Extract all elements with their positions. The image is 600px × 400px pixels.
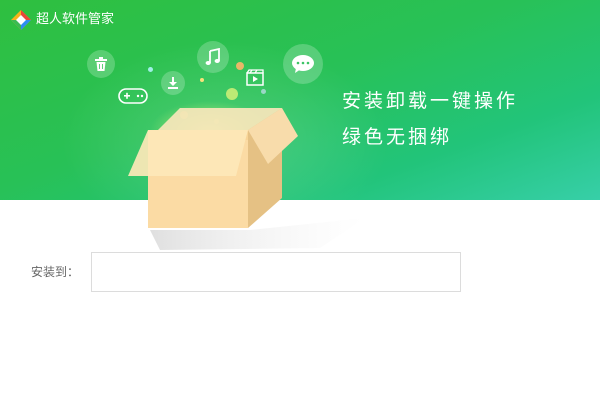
sparkle-dot bbox=[236, 62, 244, 70]
chat-bubble-icon bbox=[283, 44, 323, 84]
music-note-icon bbox=[197, 41, 229, 73]
title-bar: 超人软件管家 bbox=[10, 9, 114, 31]
download-icon bbox=[161, 71, 185, 95]
open-box-illustration bbox=[128, 100, 365, 250]
app-title: 超人软件管家 bbox=[36, 12, 115, 27]
install-path-input[interactable] bbox=[91, 252, 461, 292]
trash-icon bbox=[87, 50, 115, 78]
sparkle-dot bbox=[200, 78, 204, 82]
box-left-flap bbox=[128, 130, 248, 176]
sparkle-dot bbox=[148, 67, 153, 72]
video-icon bbox=[244, 68, 266, 88]
sparkle-dot bbox=[261, 89, 266, 94]
install-location-label: 安装到： bbox=[31, 265, 80, 279]
app-logo-icon bbox=[10, 9, 32, 31]
sparkle-dot bbox=[226, 88, 238, 100]
